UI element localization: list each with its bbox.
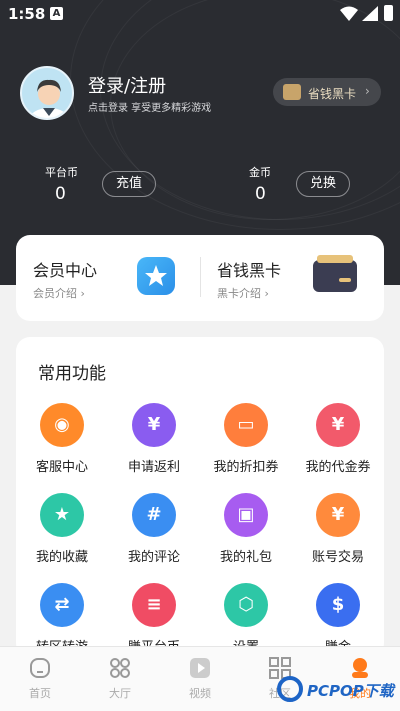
headset-icon: ◉ — [40, 403, 84, 447]
signal-icon — [362, 6, 378, 21]
battery-icon — [384, 5, 393, 21]
divider — [200, 257, 201, 297]
function-item[interactable]: ¥ 我的代金券 — [292, 403, 384, 479]
nav-label: 视频 — [189, 687, 211, 700]
voucher-icon: ¥ — [316, 403, 360, 447]
member-card: 会员中心 会员介绍 › 省钱黑卡 黑卡介绍 › — [16, 235, 384, 321]
money-bag-icon: ¥ — [316, 493, 360, 537]
comment-hash-icon: # — [132, 493, 176, 537]
member-intro-link[interactable]: 会员介绍 › — [33, 285, 85, 301]
member-star-icon[interactable] — [137, 257, 175, 295]
star-icon: ★ — [40, 493, 84, 537]
exchange-button[interactable]: 兑换 — [296, 171, 350, 197]
chevron-right-icon: › — [80, 287, 85, 300]
gift-icon: ▣ — [224, 493, 268, 537]
black-card-button[interactable]: 省钱黑卡 › — [273, 78, 381, 106]
login-title[interactable]: 登录/注册 — [88, 72, 166, 98]
member-intro-label: 会员介绍 — [33, 287, 77, 300]
function-label: 我的评论 — [127, 550, 180, 565]
function-item[interactable]: ▣ 我的礼包 — [200, 493, 292, 569]
login-subtitle: 点击登录 享受更多精彩游戏 — [88, 103, 212, 114]
pcpop-logo-icon — [277, 676, 303, 702]
function-label: 我的折扣券 — [213, 460, 279, 475]
watermark-text: PCPOP下载 — [307, 682, 394, 700]
function-label: 我的收藏 — [35, 550, 88, 565]
function-item[interactable]: ¥ 申请返利 — [108, 403, 200, 479]
nav-home[interactable]: 首页 — [10, 657, 70, 707]
settings-hex-icon: ⬡ — [224, 583, 268, 627]
function-item[interactable]: # 我的评论 — [108, 493, 200, 569]
function-label: 我的礼包 — [219, 550, 272, 565]
gold-coins-icon: $ — [316, 583, 360, 627]
recharge-button[interactable]: 充值 — [102, 171, 156, 197]
wallet-icon[interactable] — [313, 255, 357, 292]
black-card-label: 省钱黑卡 — [308, 87, 357, 101]
discount-ticket-icon: ▭ — [224, 403, 268, 447]
wifi-icon — [340, 6, 358, 21]
gold-label: 金币 — [249, 166, 271, 179]
function-label: 账号交易 — [311, 550, 364, 565]
notification-icon: A — [50, 7, 63, 20]
function-label: 申请返利 — [127, 460, 180, 475]
common-functions-panel: 常用功能 ◉ 客服中心 ¥ 申请返利 ▭ 我的折扣券 ¥ 我的代金券 ★ 我的收… — [16, 337, 384, 657]
function-item[interactable]: ¥ 账号交易 — [292, 493, 384, 569]
chevron-right-icon: › — [264, 287, 269, 300]
avatar[interactable] — [20, 66, 74, 120]
transfer-icon: ⇄ — [40, 583, 84, 627]
crown-icon — [283, 84, 301, 100]
status-bar: 1:58 A — [0, 0, 400, 28]
grid-circles-icon — [110, 658, 130, 678]
nav-label: 首页 — [29, 687, 51, 700]
function-item[interactable]: ◉ 客服中心 — [16, 403, 108, 479]
function-label: 我的代金券 — [305, 460, 371, 475]
watermark: PCPOP下载 — [277, 674, 400, 706]
black-card-intro-link[interactable]: 黑卡介绍 › — [217, 285, 269, 301]
function-label: 客服中心 — [35, 460, 88, 475]
nav-video[interactable]: 视频 — [170, 657, 230, 707]
chevron-right-icon: › — [365, 84, 370, 98]
function-item[interactable]: ★ 我的收藏 — [16, 493, 108, 569]
home-icon — [30, 658, 50, 678]
coin-stack-icon: ≡ — [132, 583, 176, 627]
nav-label: 大厅 — [109, 687, 131, 700]
status-time: 1:58 — [8, 5, 46, 23]
black-card-title[interactable]: 省钱黑卡 — [217, 257, 281, 281]
nav-hall[interactable]: 大厅 — [90, 657, 150, 707]
platform-coin-label: 平台币 — [45, 166, 78, 179]
gold-value: 0 — [255, 184, 266, 204]
section-title: 常用功能 — [38, 364, 106, 384]
platform-coin-value: 0 — [55, 184, 66, 204]
video-icon — [190, 658, 210, 678]
member-center-title[interactable]: 会员中心 — [33, 257, 97, 281]
rebate-icon: ¥ — [132, 403, 176, 447]
black-card-intro-label: 黑卡介绍 — [217, 287, 261, 300]
function-item[interactable]: ▭ 我的折扣券 — [200, 403, 292, 479]
